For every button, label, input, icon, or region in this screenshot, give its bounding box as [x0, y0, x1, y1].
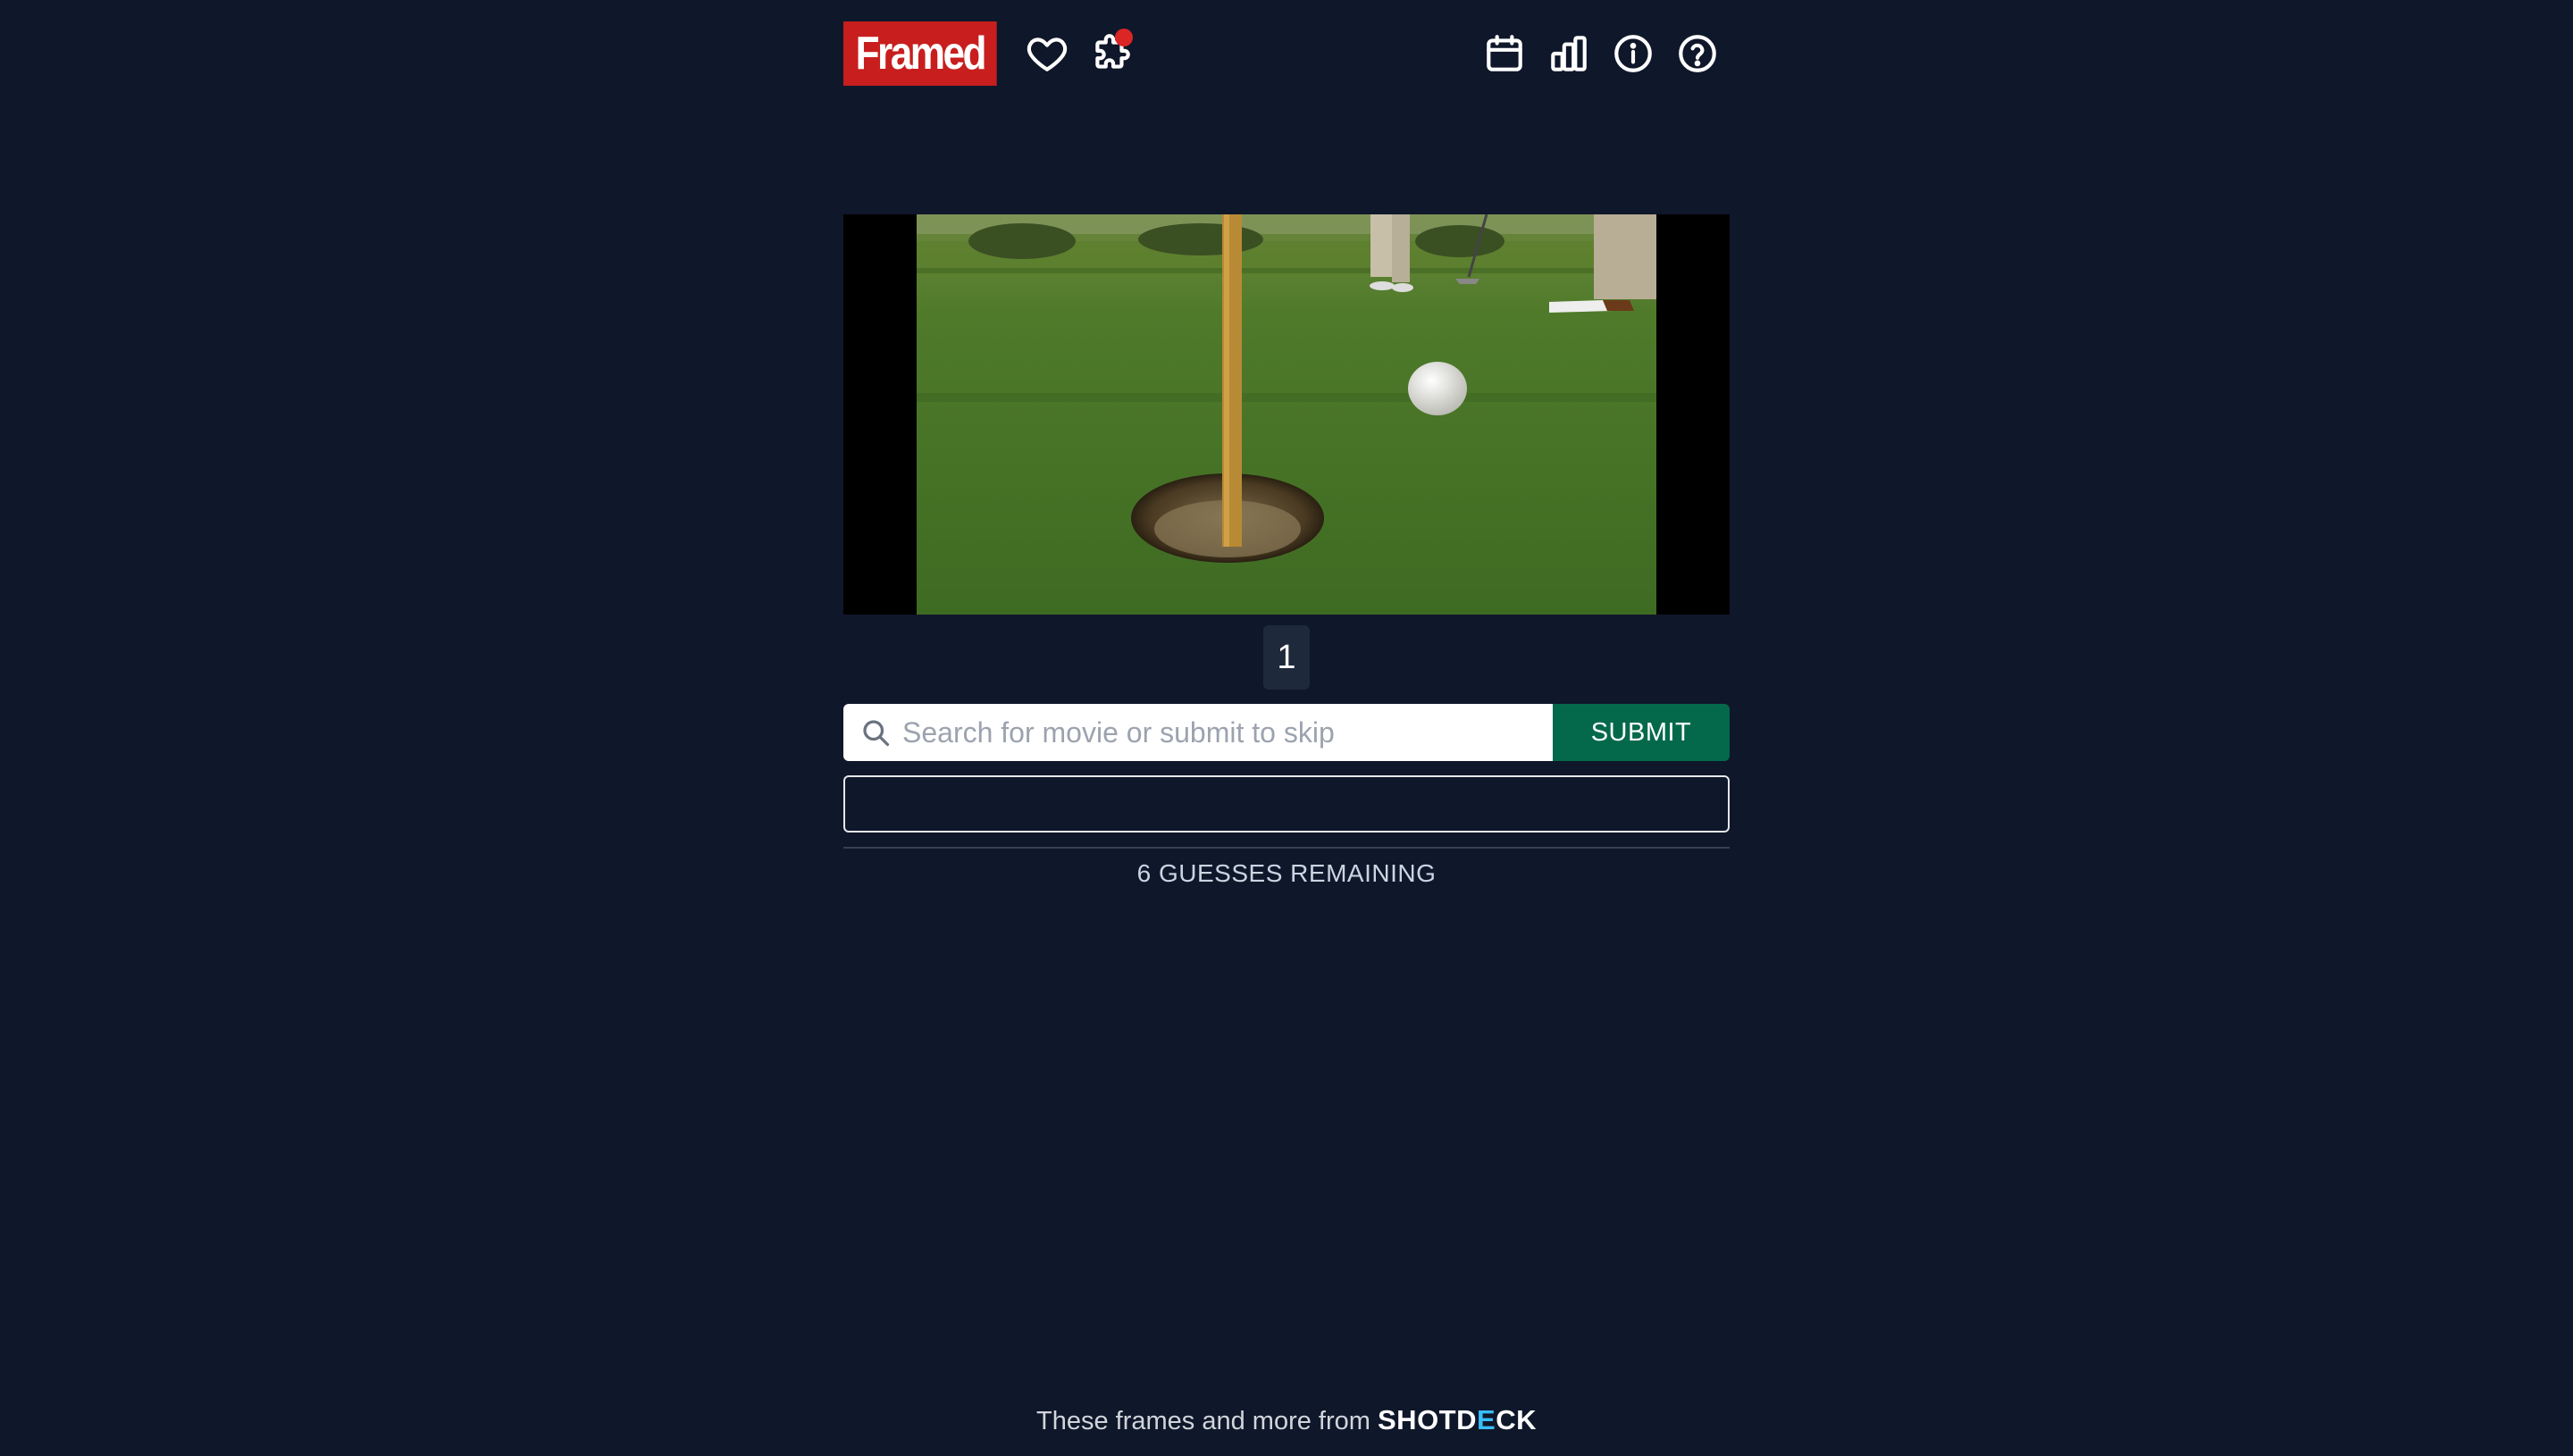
help-icon[interactable]	[1665, 21, 1730, 86]
footer: These frames and more from SHOTDECK	[0, 1404, 2573, 1436]
divider	[843, 847, 1730, 849]
search-icon	[863, 720, 890, 747]
puzzle-icon[interactable]	[1079, 21, 1144, 86]
frame-tabs: 1	[843, 625, 1730, 690]
brand-suffix: CK	[1496, 1404, 1537, 1435]
footer-text: These frames and more from	[1036, 1407, 1378, 1435]
calendar-icon[interactable]	[1472, 21, 1537, 86]
golf-green-scene	[843, 214, 1730, 615]
search-box	[843, 704, 1553, 761]
heart-icon[interactable]	[1015, 21, 1079, 86]
stats-icon[interactable]	[1537, 21, 1601, 86]
framed-game-page: Framed 1 Search for movie or submit to s…	[0, 0, 2573, 1456]
header-right	[1472, 21, 1730, 86]
header: Framed	[843, 18, 1730, 89]
brand-prefix: SHOTD	[1378, 1404, 1477, 1435]
search-row: SUBMIT	[843, 704, 1730, 761]
notification-dot	[1114, 29, 1133, 46]
movie-frame-image	[843, 214, 1730, 615]
search-input[interactable]	[902, 704, 1553, 761]
guesses-remaining: 6 GUESSES REMAINING	[1136, 859, 1437, 887]
logo[interactable]: Framed	[843, 21, 997, 86]
header-left: Framed	[843, 21, 1144, 86]
submit-button[interactable]: SUBMIT	[1553, 704, 1730, 761]
guess-slot-1	[843, 775, 1730, 833]
info-icon[interactable]	[1601, 21, 1665, 86]
frame-tab-1[interactable]: 1	[1263, 625, 1310, 690]
shotdeck-link[interactable]: SHOTDECK	[1378, 1404, 1537, 1435]
brand-accent: E	[1477, 1404, 1496, 1435]
